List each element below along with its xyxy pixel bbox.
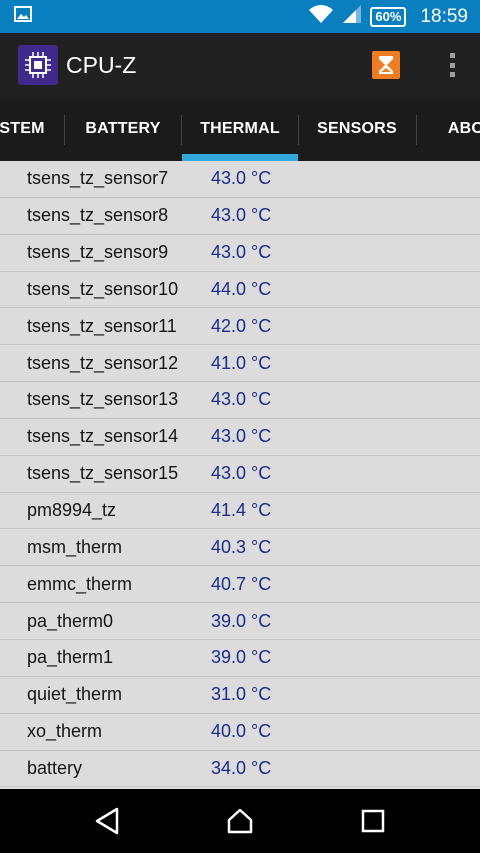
active-tab-indicator: [182, 154, 298, 161]
sensor-name: tsens_tz_sensor14: [27, 426, 179, 447]
tab-battery[interactable]: BATTERY: [64, 97, 182, 161]
sensor-value: 43.0 °C: [211, 389, 272, 410]
sensor-name: tsens_tz_sensor10: [27, 278, 179, 299]
sensor-name: emmc_therm: [27, 573, 133, 594]
home-icon[interactable]: [210, 796, 270, 846]
navigation-bar: [0, 789, 480, 853]
app-title: CPU-Z: [66, 51, 137, 78]
sensor-value: 44.0 °C: [211, 278, 272, 299]
tab-label: THERMAL: [200, 120, 280, 137]
tab-thermal[interactable]: THERMAL: [182, 97, 298, 161]
list-item: quiet_therm 31.0 °C: [0, 677, 480, 714]
list-item: tsens_tz_sensor15 43.0 °C: [0, 456, 480, 493]
sensor-value: 42.0 °C: [211, 315, 272, 336]
list-item: pm8994_tz 41.4 °C: [0, 493, 480, 530]
cpu-chip-icon: [18, 45, 58, 85]
sensor-name: pm8994_tz: [27, 500, 117, 521]
sensor-value: 40.3 °C: [211, 536, 272, 557]
thermal-list[interactable]: tsens_tz_sensor7 43.0 °C tsens_tz_sensor8…: [0, 161, 480, 789]
sensor-value: 43.0 °C: [211, 426, 272, 447]
sensor-name: tsens_tz_sensor11: [27, 315, 177, 336]
list-item: pa_therm0 39.0 °C: [0, 603, 480, 640]
tab-about[interactable]: ABO: [416, 97, 480, 161]
sensor-name: quiet_therm: [27, 684, 123, 705]
list-item: tsens_tz_sensor9 43.0 °C: [0, 235, 480, 272]
list-item: tsens_tz_sensor8 43.0 °C: [0, 198, 480, 235]
sensor-name: tsens_tz_sensor13: [27, 389, 179, 410]
sensor-name: tsens_tz_sensor7: [27, 168, 169, 189]
sensor-value: 43.0 °C: [211, 463, 272, 484]
tab-label: ABO: [447, 120, 480, 137]
tab-bar: STEM BATTERY THERMAL SENSORS ABO: [0, 97, 480, 161]
sensor-value: 41.4 °C: [211, 500, 272, 521]
list-item: tsens_tz_sensor14 43.0 °C: [0, 419, 480, 456]
list-item: tsens_tz_sensor12 41.0 °C: [0, 345, 480, 383]
sensor-value: 43.0 °C: [211, 242, 272, 263]
sensor-name: xo_therm: [27, 721, 103, 742]
sensor-name: battery: [27, 757, 83, 778]
status-time: 18:59: [420, 5, 468, 27]
sensor-name: msm_therm: [27, 536, 123, 557]
battery-percent: 60%: [375, 8, 402, 24]
tab-sensors[interactable]: SENSORS: [298, 97, 416, 161]
list-item: battery 34.0 °C: [0, 751, 480, 788]
list-item: tsens_tz_sensor10 44.0 °C: [0, 272, 480, 309]
list-item: tsens_tz_sensor11 42.0 °C: [0, 308, 480, 346]
list-item: tsens_tz_sensor13 43.0 °C: [0, 382, 480, 419]
tab-label: SENSORS: [317, 120, 397, 137]
sensor-name: tsens_tz_sensor12: [27, 352, 179, 373]
sensor-value: 31.0 °C: [211, 684, 272, 705]
list-item: emmc_therm 40.7 °C: [0, 566, 480, 604]
sensor-name: tsens_tz_sensor9: [27, 242, 169, 263]
list-item: msm_therm 40.3 °C: [0, 529, 480, 567]
tab-label: STEM: [0, 120, 45, 137]
hourglass-icon[interactable]: [372, 51, 400, 79]
tab-system[interactable]: STEM: [0, 97, 64, 161]
sensor-value: 43.0 °C: [211, 168, 272, 189]
status-bar: 60% 18:59: [0, 0, 480, 33]
overflow-menu-icon[interactable]: [440, 51, 464, 79]
sensor-name: pa_therm1: [27, 647, 114, 668]
sensor-name: pa_therm0: [27, 610, 114, 631]
list-item: pa_therm1 39.0 °C: [0, 640, 480, 677]
image-notification-icon: [14, 6, 32, 27]
sensor-value: 40.0 °C: [211, 721, 272, 742]
list-item: xo_therm 40.0 °C: [0, 714, 480, 751]
sensor-value: 39.0 °C: [211, 610, 272, 631]
sensor-name: tsens_tz_sensor8: [27, 205, 169, 226]
sensor-value: 39.0 °C: [211, 647, 272, 668]
list-item: tsens_tz_sensor7 43.0 °C: [0, 161, 480, 198]
wifi-icon: [308, 4, 334, 29]
battery-icon: 60%: [370, 6, 407, 27]
sensor-name: tsens_tz_sensor15: [27, 463, 179, 484]
cell-signal-icon: [342, 4, 362, 29]
sensor-value: 43.0 °C: [211, 205, 272, 226]
recents-icon[interactable]: [343, 796, 403, 846]
sensor-value: 40.7 °C: [211, 573, 272, 594]
back-icon[interactable]: [77, 796, 137, 846]
app-bar: CPU-Z: [0, 33, 480, 97]
tab-label: BATTERY: [85, 120, 161, 137]
sensor-value: 34.0 °C: [211, 757, 272, 778]
sensor-value: 41.0 °C: [211, 352, 272, 373]
